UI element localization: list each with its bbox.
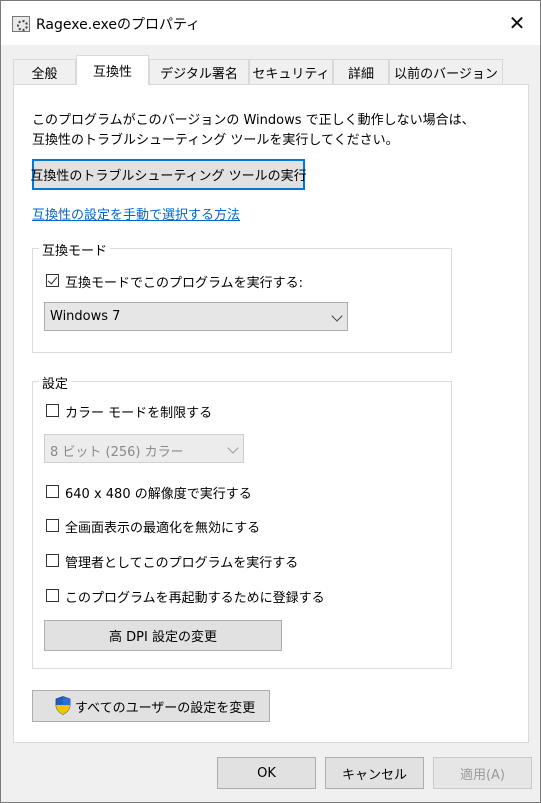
close-icon[interactable]: ✕: [494, 1, 540, 45]
run-troubleshooter-button[interactable]: 互換性のトラブルシューティング ツールの実行: [30, 159, 307, 190]
register-restart-checkbox[interactable]: [46, 589, 59, 602]
reduced-color-checkbox[interactable]: [46, 404, 59, 417]
run-as-admin-label[interactable]: 管理者としてこのプログラムを実行する: [65, 552, 298, 571]
apply-button: 適用(A): [433, 757, 532, 789]
res-640x480-checkbox[interactable]: [46, 485, 59, 498]
tab-compatibility[interactable]: 互換性: [76, 55, 149, 85]
change-all-users-button[interactable]: すべてのユーザーの設定を変更: [32, 690, 270, 722]
res-640x480-label[interactable]: 640 x 480 の解像度で実行する: [65, 483, 252, 502]
tab-digital-signatures[interactable]: デジタル署名: [149, 59, 249, 84]
window-title: Ragexe.exeのプロパティ: [36, 17, 201, 33]
os-version-value: Windows 7: [50, 309, 121, 324]
tab-security[interactable]: セキュリティ: [249, 59, 333, 84]
compat-mode-group-title: 互換モード: [39, 240, 111, 259]
fullscreen-opt-checkbox[interactable]: [46, 519, 59, 532]
title-bar: Ragexe.exeのプロパティ ✕: [1, 1, 540, 45]
cancel-button[interactable]: キャンセル: [325, 757, 424, 789]
compatibility-panel: このプログラムがこのバージョンの Windows で正しく動作しない場合は、 互…: [13, 84, 529, 743]
color-mode-value: 8 ビット (256) カラー: [50, 445, 184, 460]
compat-mode-group: [32, 248, 452, 353]
intro-line-1: このプログラムがこのバージョンの Windows で正しく動作しない場合は、: [32, 113, 475, 128]
change-all-users-label: すべてのユーザーの設定を変更: [75, 700, 256, 716]
tab-details[interactable]: 詳細: [333, 59, 389, 84]
change-high-dpi-button[interactable]: 高 DPI 設定の変更: [44, 620, 282, 651]
chevron-down-icon: [331, 310, 343, 322]
run-as-admin-checkbox[interactable]: [46, 554, 59, 567]
intro-line-2: 互換性のトラブルシューティング ツールを実行してください。: [32, 133, 399, 148]
tab-general[interactable]: 全般: [13, 59, 76, 84]
register-restart-label[interactable]: このプログラムを再起動するために登録する: [65, 587, 325, 606]
chevron-down-icon: [227, 442, 239, 454]
manual-settings-link[interactable]: 互換性の設定を手動で選択する方法: [32, 204, 240, 223]
color-mode-select: 8 ビット (256) カラー: [44, 434, 244, 463]
reduced-color-label[interactable]: カラー モードを制限する: [65, 402, 212, 421]
os-version-select[interactable]: Windows 7: [44, 302, 348, 331]
ok-button[interactable]: OK: [217, 757, 316, 789]
compat-mode-checkbox-label[interactable]: 互換モードでこのプログラムを実行する:: [65, 272, 303, 291]
fullscreen-opt-label[interactable]: 全画面表示の最適化を無効にする: [65, 517, 260, 536]
app-icon: [12, 16, 30, 32]
compat-mode-checkbox[interactable]: [46, 274, 59, 287]
tab-previous-versions[interactable]: 以前のバージョン: [389, 59, 503, 84]
uac-shield-icon: [55, 696, 71, 715]
settings-group-title: 設定: [39, 373, 72, 392]
properties-window: Ragexe.exeのプロパティ ✕ 全般 互換性 デジタル署名 セキュリティ …: [0, 0, 541, 803]
